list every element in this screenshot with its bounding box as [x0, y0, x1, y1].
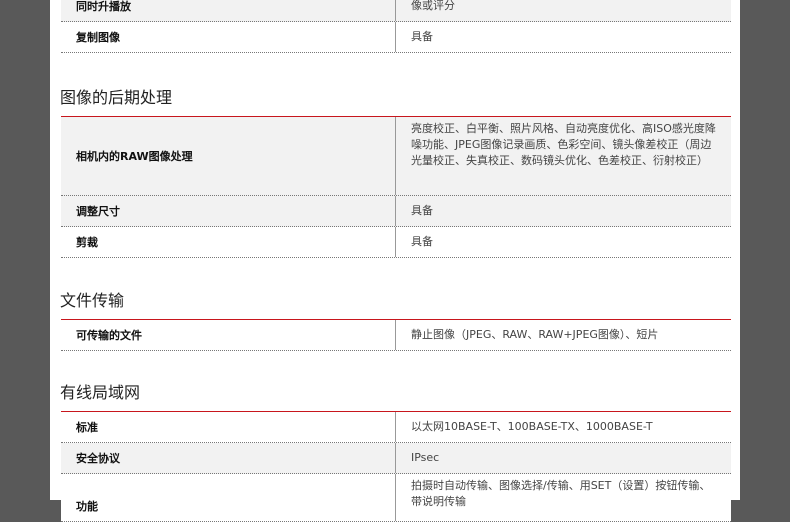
spec-table-transfer: 可传输的文件 静止图像（JPEG、RAW、RAW+JPEG图像）、短片 [61, 319, 731, 351]
row-value: 具备 [411, 30, 433, 43]
table-row: 复制图像 具备 [61, 22, 731, 53]
row-label: 剪裁 [61, 227, 396, 257]
row-value-text: 像或评分 [411, 0, 455, 12]
section-title-lan: 有线局域网 [60, 383, 141, 402]
row-value: 具备 [411, 204, 433, 217]
table-row: 标准 以太网10BASE-T、100BASE-TX、1000BASE-T [61, 412, 731, 443]
row-label: 可传输的文件 [61, 320, 396, 350]
table-row: 可传输的文件 静止图像（JPEG、RAW、RAW+JPEG图像）、短片 [61, 320, 731, 351]
spec-table-postprocess: 相机内的RAW图像处理 亮度校正、白平衡、照片风格、自动亮度优化、高ISO感光度… [61, 116, 731, 258]
spec-table-playback: 同时升播放 像或评分 复制图像 具备 [61, 0, 731, 53]
row-value: IPsec [411, 451, 440, 464]
table-row: 同时升播放 像或评分 [61, 0, 731, 22]
spec-table-lan: 标准 以太网10BASE-T、100BASE-TX、1000BASE-T 安全协… [61, 411, 731, 522]
spec-page: 同时升播放 像或评分 复制图像 具备 图像的后期处理 相机内的RAW图像处理 亮… [50, 0, 740, 522]
row-value: 以太网10BASE-T、100BASE-TX、1000BASE-T [411, 420, 653, 433]
section-title-transfer: 文件传输 [60, 291, 125, 310]
row-label: 相机内的RAW图像处理 [61, 117, 396, 195]
row-label: 调整尺寸 [61, 196, 396, 226]
table-row: 功能 拍摄时自动传输、图像选择/传输、用SET（设置）按钮传输、带说明传输 [61, 474, 731, 522]
table-row: 安全协议 IPsec [61, 443, 731, 474]
row-value: 静止图像（JPEG、RAW、RAW+JPEG图像）、短片 [411, 328, 659, 341]
row-label: 功能 [61, 474, 396, 521]
row-value: 具备 [411, 235, 433, 248]
row-value: 拍摄时自动传输、图像选择/传输、用SET（设置）按钮传输、带说明传输 [411, 479, 711, 508]
row-label: 安全协议 [61, 443, 396, 473]
row-label: 同时升播放 [61, 0, 396, 21]
table-row: 调整尺寸 具备 [61, 196, 731, 227]
section-title-postprocess: 图像的后期处理 [60, 88, 173, 107]
table-row: 相机内的RAW图像处理 亮度校正、白平衡、照片风格、自动亮度优化、高ISO感光度… [61, 117, 731, 196]
row-value: 像或评分 [396, 0, 731, 21]
row-label: 标准 [61, 412, 396, 442]
row-label: 复制图像 [61, 22, 396, 52]
table-row: 剪裁 具备 [61, 227, 731, 258]
row-value: 亮度校正、白平衡、照片风格、自动亮度优化、高ISO感光度降噪功能、JPEG图像记… [411, 122, 716, 167]
